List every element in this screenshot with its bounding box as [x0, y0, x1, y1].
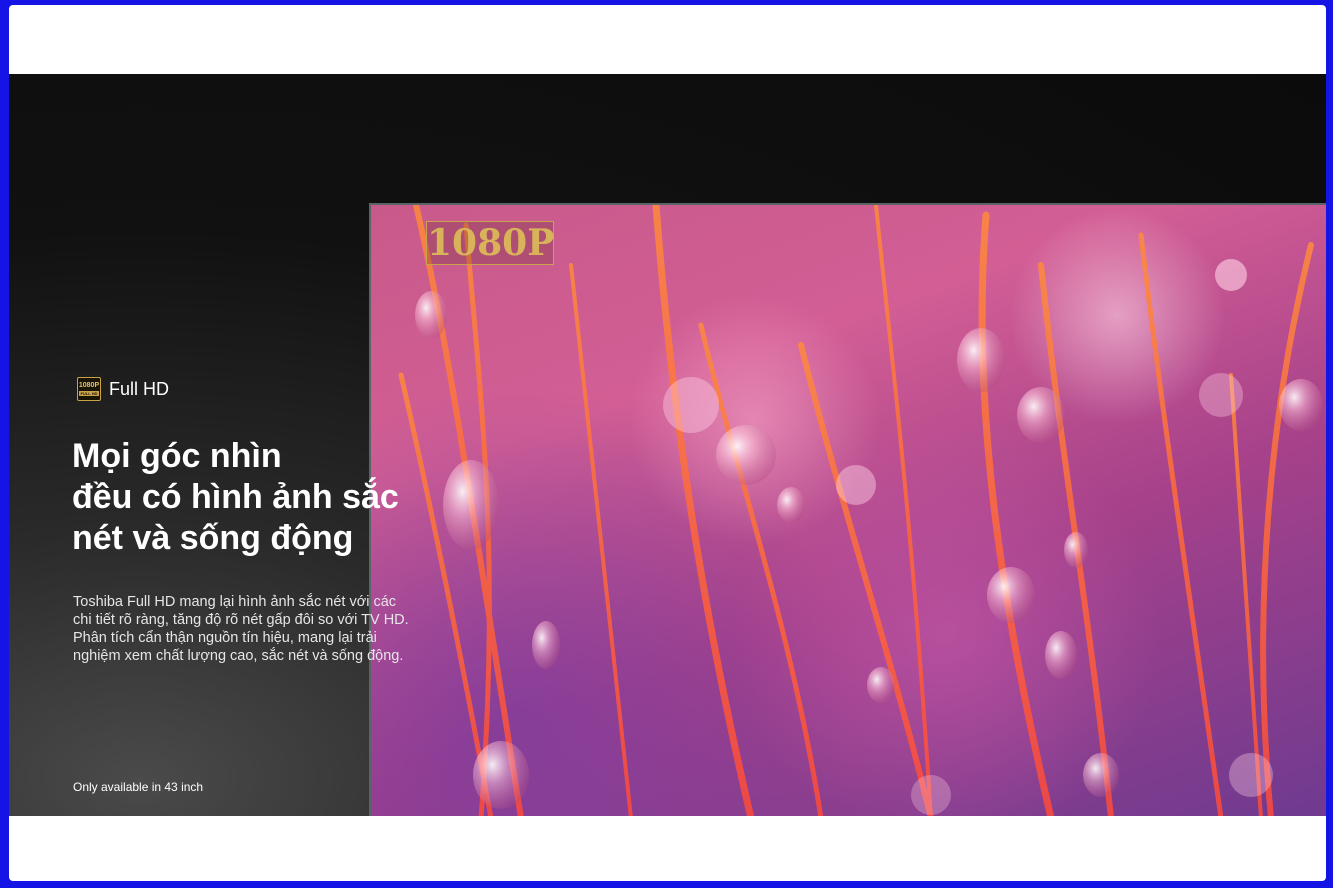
full-hd-logo-top: 1080P [78, 382, 100, 389]
availability-note: Only available in 43 inch [73, 780, 204, 794]
tv-screen-image: 1080P [369, 203, 1326, 816]
resolution-badge: 1080P [426, 221, 555, 265]
fullhd-banner: 1080P 1080P FULL HD Full HD Mọi góc nhìn… [9, 74, 1326, 816]
feature-label-row: 1080P FULL HD Full HD [77, 377, 169, 401]
description: Toshiba Full HD mang lại hình ảnh sắc né… [73, 594, 409, 664]
feature-label: Full HD [109, 378, 170, 399]
headline: Mọi góc nhìn đều có hình ảnh sắc nét và … [72, 437, 399, 557]
full-hd-logo-bottom: FULL HD [79, 391, 99, 396]
page-frame: 1080P 1080P FULL HD Full HD Mọi góc nhìn… [9, 5, 1326, 881]
full-hd-logo-icon: 1080P FULL HD [77, 377, 101, 401]
water-droplets-on-grass-icon [398, 205, 1323, 816]
